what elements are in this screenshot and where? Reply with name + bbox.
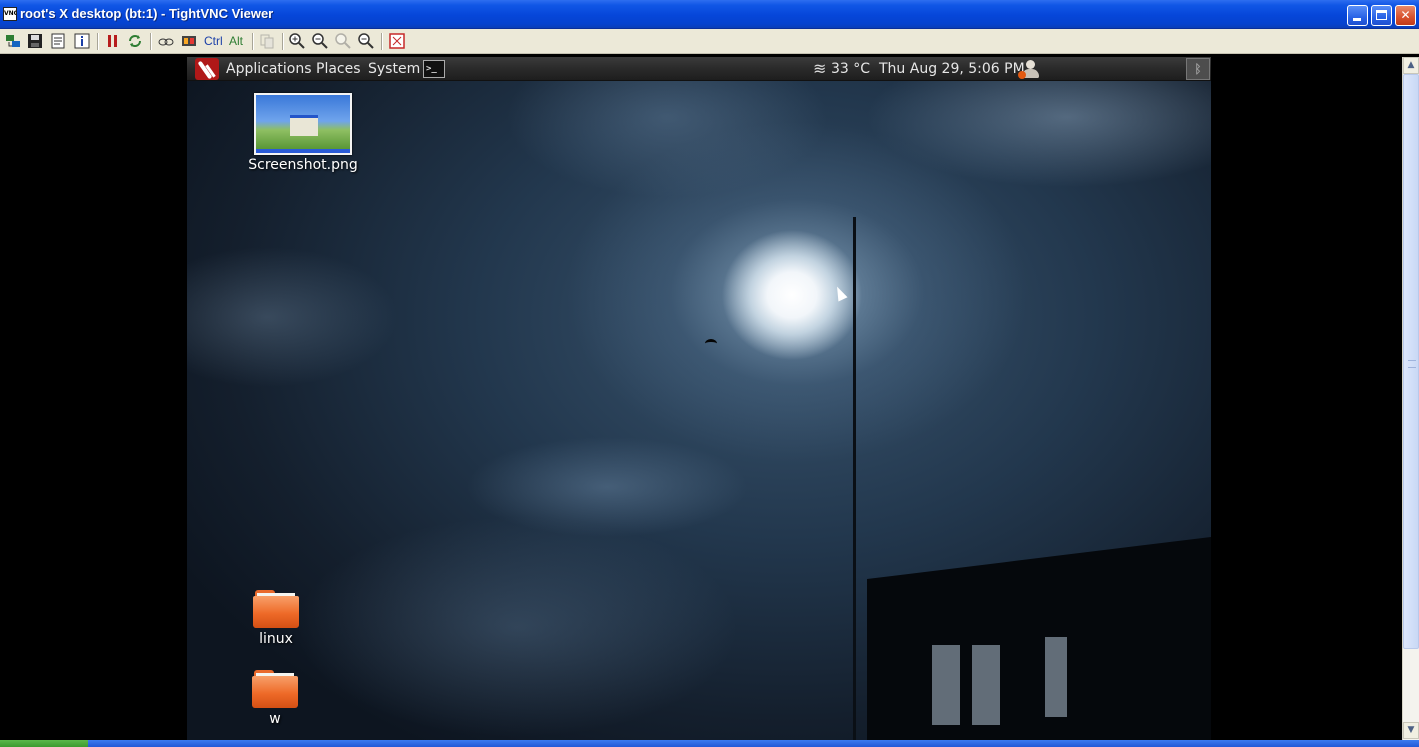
remote-view[interactable]: Applications Places System >_ ≋ 33 °C Th…	[0, 57, 1402, 740]
wallpaper-building	[867, 537, 1211, 740]
zoom-out-icon[interactable]	[312, 33, 328, 49]
folder-icon	[252, 670, 298, 708]
window-title-bar[interactable]: VNC root's X desktop (bt:1) - TightVNC V…	[0, 0, 1419, 29]
window-title: root's X desktop (bt:1) - TightVNC Viewe…	[20, 6, 274, 21]
zoom-fit-icon[interactable]	[358, 33, 374, 49]
refresh-icon[interactable]	[127, 33, 143, 49]
weather-icon[interactable]: ≋	[813, 57, 826, 81]
scroll-up-button[interactable]: ▲	[1403, 57, 1419, 74]
minimize-icon	[1353, 18, 1361, 21]
scrollbar-thumb[interactable]	[1403, 74, 1419, 649]
toolbar-separator	[252, 33, 254, 50]
maximize-icon	[1376, 10, 1387, 20]
menu-applications[interactable]: Applications	[226, 57, 312, 81]
vnc-app-icon[interactable]: VNC	[3, 7, 17, 21]
toolbar-separator	[97, 33, 99, 50]
wallpaper-window	[932, 645, 960, 725]
menu-places[interactable]: Places	[316, 57, 361, 81]
bluetooth-icon[interactable]: ᛒ	[1186, 58, 1210, 80]
image-thumbnail-icon	[254, 93, 352, 155]
ctrl-key-button[interactable]: Ctrl	[204, 33, 223, 49]
alt-key-button[interactable]: Alt	[229, 33, 243, 49]
desktop-icon-linux[interactable]: linux	[241, 590, 311, 647]
maximize-button[interactable]	[1371, 5, 1392, 26]
zoom-100-icon[interactable]	[335, 33, 351, 49]
host-taskbar-edge	[0, 740, 1419, 747]
transfer-icon[interactable]	[181, 33, 197, 49]
desktop-icon-label: w	[269, 711, 281, 727]
wallpaper-bird	[705, 339, 717, 348]
save-icon[interactable]	[27, 33, 43, 49]
host-start-button-edge[interactable]	[0, 740, 88, 747]
desktop-icon-w[interactable]: w	[240, 670, 310, 727]
close-button[interactable]: ✕	[1395, 5, 1416, 26]
wallpaper-window	[1045, 637, 1067, 717]
toolbar-separator	[282, 33, 284, 50]
mouse-cursor-icon	[832, 284, 848, 302]
toolbar-separator	[381, 33, 383, 50]
fullscreen-icon[interactable]	[389, 33, 405, 49]
pause-icon[interactable]	[105, 33, 121, 49]
user-status-icon[interactable]	[1018, 59, 1041, 79]
scroll-down-button[interactable]: ▼	[1403, 722, 1419, 739]
terminal-launcher-icon[interactable]: >_	[423, 60, 445, 78]
copy-icon[interactable]	[259, 33, 275, 49]
minimize-button[interactable]	[1347, 5, 1368, 26]
zoom-in-icon[interactable]	[289, 33, 305, 49]
info-icon[interactable]	[74, 33, 90, 49]
temperature-readout[interactable]: 33 °C	[831, 57, 870, 81]
wallpaper-window	[972, 645, 1000, 725]
desktop-icon-screenshot[interactable]: Screenshot.png	[248, 93, 358, 173]
vnc-toolbar: Ctrl Alt	[0, 29, 1419, 54]
new-connection-icon[interactable]	[5, 33, 21, 49]
panel-clock[interactable]: Thu Aug 29, 5:06 PM	[879, 57, 1025, 81]
vertical-scrollbar[interactable]: ▲ ▼	[1402, 57, 1419, 740]
desktop-icon-label: linux	[259, 631, 293, 647]
wallpaper-pole	[853, 217, 856, 740]
close-icon: ✕	[1400, 8, 1411, 22]
backtrack-logo-icon[interactable]	[195, 58, 219, 80]
menu-system[interactable]: System	[368, 57, 420, 81]
options-icon[interactable]	[50, 33, 66, 49]
gnome-top-panel: Applications Places System >_ ≋ 33 °C Th…	[187, 57, 1211, 81]
folder-icon	[253, 590, 299, 628]
toolbar-separator	[150, 33, 152, 50]
ctrl-alt-del-icon[interactable]	[158, 33, 174, 49]
remote-desktop[interactable]: Applications Places System >_ ≋ 33 °C Th…	[187, 57, 1211, 740]
desktop-icon-label: Screenshot.png	[248, 157, 358, 173]
